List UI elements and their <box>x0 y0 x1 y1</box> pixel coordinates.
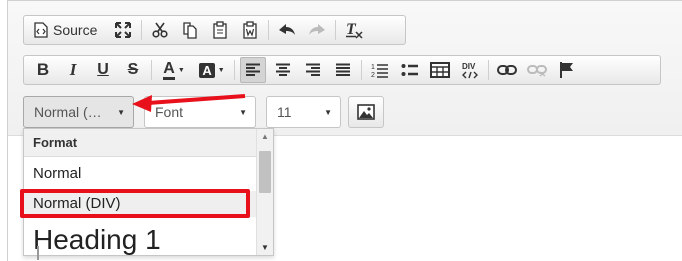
align-center-button[interactable] <box>270 57 296 83</box>
paste-icon <box>213 21 227 39</box>
scrollbar-thumb[interactable] <box>259 151 271 193</box>
toolbar-group-clipboard: Source T <box>23 15 406 45</box>
link-icon <box>497 65 517 75</box>
table-button[interactable] <box>427 57 453 83</box>
maximize-icon <box>115 22 131 38</box>
source-icon <box>34 22 48 38</box>
align-left-button[interactable] <box>240 57 266 83</box>
svg-text:T: T <box>346 21 357 38</box>
cut-icon <box>152 22 168 38</box>
separator <box>361 60 362 80</box>
underline-button[interactable]: U <box>90 57 116 83</box>
undo-button[interactable] <box>274 17 300 43</box>
paste-word-icon <box>243 21 257 39</box>
strikethrough-button[interactable]: S <box>120 57 146 83</box>
copy-icon <box>183 22 197 39</box>
bulleted-list-button[interactable] <box>397 57 423 83</box>
separator <box>151 60 152 80</box>
bold-button[interactable]: B <box>30 57 56 83</box>
anchor-button[interactable] <box>554 57 580 83</box>
size-combo[interactable]: 11 ▼ <box>266 96 341 128</box>
unlink-icon <box>527 65 547 77</box>
separator <box>335 20 336 40</box>
image-button[interactable] <box>348 96 384 128</box>
chevron-down-icon: ▼ <box>117 107 125 117</box>
justify-icon <box>336 63 350 76</box>
annotation-arrow <box>132 94 246 112</box>
numbered-list-icon: 1 2 <box>371 64 388 78</box>
justify-button[interactable] <box>330 57 356 83</box>
align-center-icon <box>276 63 290 76</box>
dropdown-scrollbar[interactable]: ▲ ▼ <box>256 129 273 255</box>
bg-color-label: A <box>199 62 215 78</box>
remove-format-button[interactable]: T <box>341 17 367 43</box>
bg-color-button[interactable]: A ▼ <box>195 57 229 83</box>
separator <box>268 20 269 40</box>
redo-button[interactable] <box>304 17 330 43</box>
format-dropdown: Format Normal Normal (DIV) Heading 1 ▲ ▼ <box>23 128 274 256</box>
flag-icon <box>560 62 573 78</box>
bulleted-list-icon <box>401 64 418 76</box>
copy-button[interactable] <box>177 17 203 43</box>
remove-format-icon: T <box>346 21 363 39</box>
align-left-icon <box>246 63 260 76</box>
table-icon <box>430 62 450 78</box>
separator <box>141 20 142 40</box>
numbered-list-button[interactable]: 1 2 <box>367 57 393 83</box>
toolbar-group-formatting: B I U S A ▼ A ▼ 1 2 DIV <box>23 55 661 85</box>
separator <box>488 60 489 80</box>
format-option-heading-1[interactable]: Heading 1 <box>24 225 256 255</box>
dropdown-title: Format <box>24 129 256 157</box>
format-combo[interactable]: Normal (… ▼ <box>23 96 134 128</box>
align-right-button[interactable] <box>300 57 326 83</box>
div-icon: DIV <box>462 62 478 79</box>
paste-button[interactable] <box>207 17 233 43</box>
source-label: Source <box>53 22 98 38</box>
undo-icon <box>279 24 295 35</box>
scroll-up-icon[interactable]: ▲ <box>261 132 269 141</box>
image-icon <box>357 104 375 120</box>
cut-button[interactable] <box>147 17 173 43</box>
format-option-normal[interactable]: Normal <box>24 165 256 182</box>
text-caret <box>37 246 39 260</box>
maximize-button[interactable] <box>110 17 136 43</box>
svg-text:1: 1 <box>371 64 375 71</box>
separator <box>234 60 235 80</box>
svg-text:2: 2 <box>371 72 375 78</box>
link-button[interactable] <box>494 57 520 83</box>
chevron-down-icon: ▼ <box>324 107 332 117</box>
align-right-icon <box>306 63 320 76</box>
svg-text:DIV: DIV <box>462 62 476 71</box>
source-button[interactable]: Source <box>30 17 106 43</box>
size-combo-value: 11 <box>277 104 292 120</box>
chevron-down-icon: ▼ <box>177 66 185 74</box>
unlink-button[interactable] <box>524 57 550 83</box>
italic-button[interactable]: I <box>60 57 86 83</box>
scroll-down-icon[interactable]: ▼ <box>261 243 269 252</box>
paste-word-button[interactable] <box>237 17 263 43</box>
text-color-label: A <box>163 60 175 80</box>
format-combo-value: Normal (… <box>34 104 102 120</box>
chevron-down-icon: ▼ <box>217 66 225 74</box>
redo-icon <box>309 24 325 35</box>
text-color-button[interactable]: A ▼ <box>157 57 191 83</box>
div-container-button[interactable]: DIV <box>457 57 483 83</box>
format-option-normal-div[interactable]: Normal (DIV) <box>24 191 256 217</box>
